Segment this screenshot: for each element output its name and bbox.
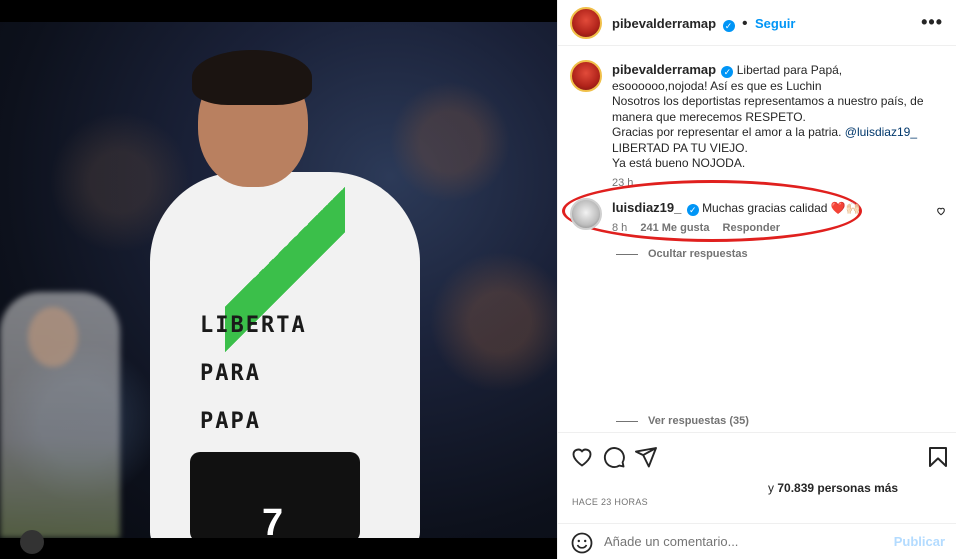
comment-input[interactable]: [604, 534, 884, 549]
comment-meta: 8 h 241 Me gusta Responder: [612, 221, 932, 236]
replies-line: [616, 253, 638, 255]
follow-button[interactable]: Seguir: [755, 16, 795, 31]
undershirt-line: PAPA: [200, 409, 261, 434]
comment-item: luisdiaz19_ ✓ Muchas gracias calidad ❤️🙌…: [612, 200, 932, 236]
comment-likes[interactable]: 241 Me gusta: [640, 222, 709, 234]
hide-replies-button[interactable]: Ocultar respuestas: [616, 248, 748, 260]
like-heart-icon[interactable]: [570, 445, 594, 469]
comment-bubble-icon[interactable]: [602, 445, 626, 469]
comment-text: Muchas gracias calidad ❤️🙌🏻: [702, 201, 861, 215]
save-bookmark-icon[interactable]: [926, 445, 950, 469]
post-header: pibevalderramap ✓ • Seguir •••: [558, 0, 956, 46]
share-send-icon[interactable]: [634, 445, 658, 469]
caption-line-5: Ya está bueno NOJODA.: [612, 156, 746, 170]
caption-line-2: Nosotros los deportistas representamos a…: [612, 94, 924, 124]
verified-badge-icon: ✓: [721, 66, 734, 78]
undershirt-line: PARA: [200, 361, 261, 386]
replies-line: [616, 420, 638, 422]
commenter-avatar[interactable]: [570, 198, 602, 230]
emoji-icon[interactable]: [570, 531, 594, 555]
separator-dot: •: [741, 15, 748, 32]
caption-line-4: LIBERTAD PA TU VIEJO.: [612, 140, 748, 155]
commenter-username[interactable]: luisdiaz19_: [612, 200, 681, 215]
view-replies-label: Ver respuestas (35): [648, 415, 749, 427]
reply-button[interactable]: Responder: [723, 222, 780, 234]
hide-replies-label: Ocultar respuestas: [648, 248, 748, 260]
author-row: pibevalderramap ✓ • Seguir: [612, 15, 795, 33]
post-photo[interactable]: LIBERTA PARA PAPA 7: [0, 22, 557, 538]
verified-badge-icon: ✓: [722, 20, 735, 32]
caption-author-avatar[interactable]: [570, 60, 602, 92]
view-replies-button[interactable]: Ver respuestas (35): [616, 415, 749, 427]
publish-button[interactable]: Publicar: [894, 534, 945, 549]
likes-summary[interactable]: y 70.839 personas más: [768, 481, 898, 495]
caption-line-3: Gracias por representar el amor a la pat…: [612, 125, 842, 139]
comment-composer: Publicar: [558, 523, 956, 559]
media-indicator-icon: [20, 530, 44, 554]
caption-username[interactable]: pibevalderramap: [612, 62, 716, 77]
comment-timestamp[interactable]: 8 h: [612, 222, 627, 234]
more-options-icon[interactable]: •••: [921, 12, 943, 33]
background-player-head: [28, 307, 78, 367]
likes-count: 70.839 personas más: [777, 481, 899, 495]
post-actions: y 70.839 personas más HACE 23 HORAS Publ…: [558, 432, 956, 559]
undershirt-message: LIBERTA PARA PAPA: [200, 302, 310, 446]
post-media: LIBERTA PARA PAPA 7: [0, 0, 557, 559]
caption-mention-link[interactable]: @luisdiaz19_: [845, 125, 917, 139]
likes-prefix: y: [768, 481, 774, 495]
post-caption: pibevalderramap ✓ Libertad para Papá, es…: [612, 62, 932, 191]
author-username[interactable]: pibevalderramap: [612, 16, 716, 31]
author-avatar[interactable]: [570, 7, 602, 39]
jersey-number: 7: [262, 502, 284, 538]
player-hair: [192, 50, 312, 105]
verified-badge-icon: ✓: [686, 204, 699, 216]
post-side-panel: pibevalderramap ✓ • Seguir ••• pibevalde…: [557, 0, 956, 559]
like-comment-heart-icon[interactable]: [936, 206, 946, 216]
undershirt-line: LIBERTA: [200, 313, 307, 338]
post-age[interactable]: HACE 23 HORAS: [572, 497, 648, 507]
